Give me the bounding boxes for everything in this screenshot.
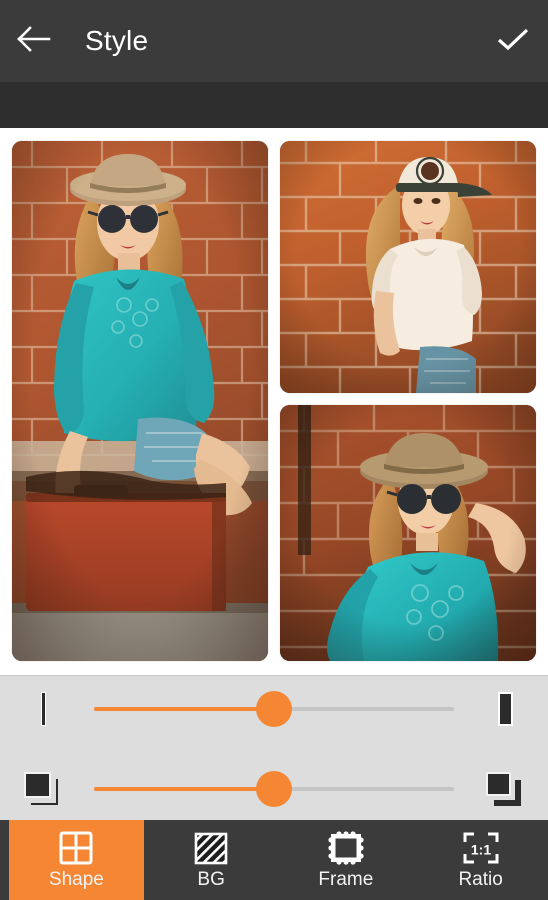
corner-radius-slider[interactable] [0, 759, 548, 819]
thin-border-icon[interactable] [0, 679, 86, 739]
large-radius-icon[interactable] [462, 759, 548, 819]
tab-frame[interactable]: Frame [279, 820, 414, 900]
tab-shape-label: Shape [48, 868, 104, 890]
photo-cell-left[interactable] [12, 141, 268, 661]
collage-canvas[interactable] [0, 128, 548, 675]
adjustment-panel [0, 675, 548, 820]
tab-shape[interactable]: Shape [9, 820, 144, 900]
small-radius-icon[interactable] [0, 759, 86, 819]
photo-cell-bottom-right[interactable] [280, 405, 536, 661]
tab-ratio[interactable]: 1:1 Ratio [413, 820, 548, 900]
back-button[interactable] [0, 0, 68, 82]
stamp-frame-icon [328, 830, 364, 865]
border-width-track[interactable] [94, 679, 454, 739]
tab-bg[interactable]: BG [144, 820, 279, 900]
app-bar: Style [0, 0, 548, 82]
photo-collage-editor-screen: Style Shape BG Frame 1:1 Ratio [0, 0, 548, 900]
arrow-left-icon [17, 25, 51, 58]
tab-ratio-label: Ratio [458, 868, 503, 890]
ratio-text: 1:1 [471, 841, 491, 857]
thick-border-icon[interactable] [462, 679, 548, 739]
grid-shape-icon [59, 831, 93, 865]
tab-bg-label: BG [197, 868, 225, 890]
slider-track-fill [94, 787, 274, 791]
hatched-square-icon [194, 831, 228, 865]
slider-track-fill [94, 707, 274, 711]
bottom-tab-bar: Shape BG Frame 1:1 Ratio [0, 820, 548, 900]
page-title: Style [85, 25, 149, 56]
confirm-button[interactable] [478, 0, 548, 82]
slider-thumb[interactable] [256, 771, 292, 807]
tab-frame-label: Frame [318, 868, 374, 890]
photo-cell-top-right[interactable] [280, 141, 536, 393]
slider-thumb[interactable] [256, 691, 292, 727]
aspect-ratio-icon: 1:1 [462, 831, 500, 865]
corner-radius-track[interactable] [94, 759, 454, 819]
border-width-slider[interactable] [0, 679, 548, 739]
checkmark-icon [496, 25, 530, 58]
secondary-toolbar [0, 82, 548, 128]
